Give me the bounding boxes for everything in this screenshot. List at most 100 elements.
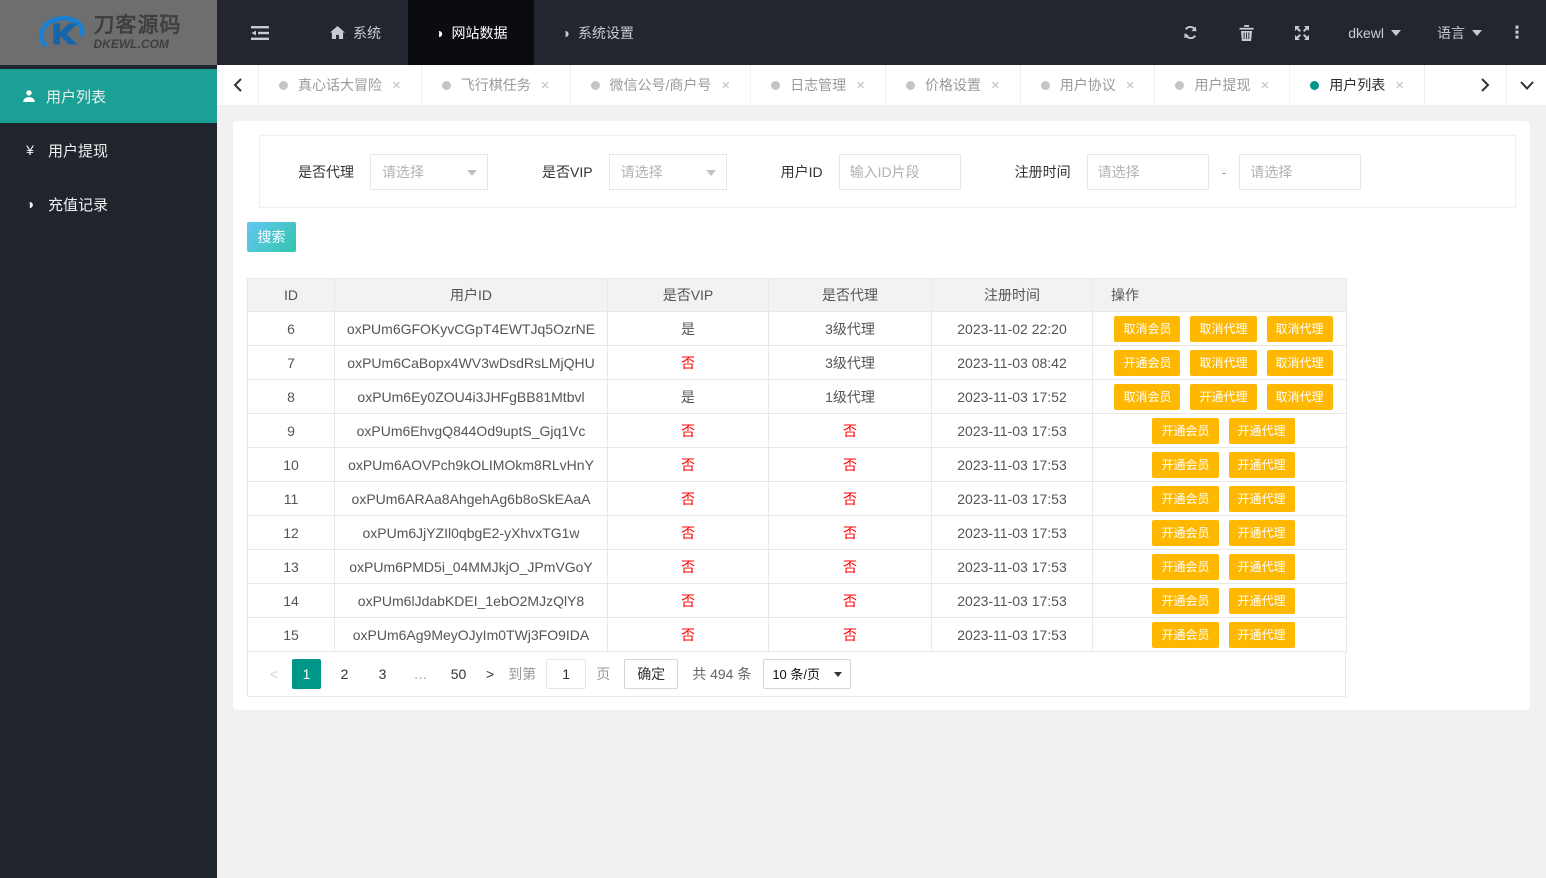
tab-user-list[interactable]: 用户列表 × — [1290, 65, 1426, 105]
more-menu-button[interactable]: ⋮ — [1500, 0, 1534, 65]
column-header: 用户ID — [334, 278, 608, 312]
column-header: 操作 — [1092, 278, 1347, 312]
row-action-button[interactable]: 开通代理 — [1228, 417, 1295, 444]
brand-name: 刀客源码 — [93, 14, 182, 37]
tab-flight-chess-task[interactable]: 飞行棋任务 × — [422, 65, 571, 105]
sidebar-item-label: 用户提现 — [48, 142, 109, 160]
cell-agent: 否 — [768, 549, 932, 584]
row-action-button[interactable]: 取消代理 — [1190, 315, 1257, 342]
cell-agent: 1级代理 — [768, 379, 932, 414]
row-action-button[interactable]: 取消代理 — [1266, 349, 1333, 376]
tab-truth-or-dare[interactable]: 真心话大冒险 × — [259, 65, 422, 105]
vip-filter-label: 是否VIP — [542, 163, 593, 180]
tab-close-icon[interactable]: × — [392, 77, 401, 94]
row-action-button[interactable]: 取消会员 — [1114, 315, 1181, 342]
cell-reg-time: 2023-11-03 17:53 — [931, 583, 1093, 618]
user-id-input[interactable] — [838, 153, 961, 190]
nav-item-site-data[interactable]: ◑ 网站数据 — [408, 0, 535, 65]
tab-close-icon[interactable]: × — [991, 77, 1000, 94]
tab-close-icon[interactable]: × — [721, 77, 730, 94]
page-size-select[interactable]: 10 条/页 — [763, 659, 852, 689]
row-action-button[interactable]: 开通代理 — [1190, 383, 1257, 410]
page-number-button[interactable]: 3 — [368, 659, 397, 689]
nav-item-system-settings[interactable]: ◑ 系统设置 — [534, 0, 660, 65]
cell-id: 11 — [247, 481, 335, 516]
vip-filter-select[interactable]: 请选择 — [608, 153, 727, 190]
goto-page-input[interactable] — [546, 659, 587, 689]
row-action-button[interactable]: 开通会员 — [1152, 553, 1219, 580]
sidebar-toggle-button[interactable] — [217, 0, 303, 65]
tab-price-setting[interactable]: 价格设置 × — [886, 65, 1021, 105]
reg-time-end-input[interactable] — [1239, 153, 1362, 190]
column-header: 是否代理 — [768, 278, 932, 312]
next-page-button[interactable]: > — [486, 666, 494, 682]
row-action-button[interactable]: 开通代理 — [1228, 519, 1295, 546]
row-action-button[interactable]: 开通会员 — [1152, 587, 1219, 614]
half-circle-icon: ◑ — [561, 24, 570, 41]
row-action-button[interactable]: 开通会员 — [1152, 417, 1219, 444]
tab-label: 用户列表 — [1329, 77, 1386, 93]
user-dropdown[interactable]: dkewl — [1330, 0, 1419, 65]
page-number-button[interactable]: 2 — [330, 659, 359, 689]
cell-vip: 否 — [607, 413, 769, 448]
language-dropdown[interactable]: 语言 — [1419, 0, 1500, 65]
tab-close-icon[interactable]: × — [1260, 77, 1269, 94]
tab-close-icon[interactable]: × — [1126, 77, 1135, 94]
fullscreen-button[interactable] — [1274, 0, 1330, 65]
row-action-button[interactable]: 取消代理 — [1266, 315, 1333, 342]
tab-close-icon[interactable]: × — [1395, 77, 1404, 94]
tab-label: 用户提现 — [1194, 77, 1251, 93]
goto-confirm-button[interactable]: 确定 — [624, 659, 679, 689]
row-action-button[interactable]: 开通会员 — [1114, 349, 1181, 376]
tabs-scroll-right-button[interactable] — [1464, 65, 1506, 105]
tab-user-agreement[interactable]: 用户协议 × — [1021, 65, 1156, 105]
chevron-down-icon — [1519, 80, 1534, 90]
column-header: 是否VIP — [607, 278, 769, 312]
chevron-left-icon — [233, 78, 242, 92]
cell-user-id: oxPUm6lJdabKDEI_1ebO2MJzQlY8 — [334, 583, 608, 618]
reg-time-start-input[interactable] — [1086, 153, 1209, 190]
row-action-button[interactable]: 取消会员 — [1114, 383, 1181, 410]
row-action-button[interactable]: 取消代理 — [1190, 349, 1257, 376]
clear-cache-button[interactable] — [1218, 0, 1274, 65]
nav-item-system[interactable]: 系统 — [303, 0, 408, 65]
top-header: 刀客源码 DKEWL.COM 系统 ◑ 网站数据 ◑ 系统设置 dkewl 语言… — [0, 0, 1546, 65]
agent-filter-select[interactable]: 请选择 — [370, 153, 488, 190]
page-number-button[interactable]: 50 — [444, 659, 473, 689]
tabs-menu-button[interactable] — [1506, 65, 1546, 105]
row-action-button[interactable]: 取消代理 — [1266, 383, 1333, 410]
prev-page-button[interactable]: < — [266, 666, 282, 682]
cell-actions: 开通会员 开通代理 — [1092, 617, 1347, 652]
search-button[interactable]: 搜索 — [247, 222, 296, 252]
column-header: 注册时间 — [931, 278, 1093, 312]
row-action-button[interactable]: 开通代理 — [1228, 621, 1295, 648]
tab-wechat-merchant[interactable]: 微信公号/商户号 × — [571, 65, 752, 105]
cell-user-id: oxPUm6GFOKyvCGpT4EWTJq5OzrNE — [334, 311, 608, 346]
cell-user-id: oxPUm6JjYZIl0qbgE2-yXhvxTG1w — [334, 515, 608, 550]
row-action-button[interactable]: 开通会员 — [1152, 621, 1219, 648]
row-action-button[interactable]: 开通会员 — [1152, 519, 1219, 546]
tab-close-icon[interactable]: × — [856, 77, 865, 94]
tab-status-dot-icon — [590, 80, 600, 90]
tab-close-icon[interactable]: × — [541, 77, 550, 94]
row-action-button[interactable]: 开通代理 — [1228, 553, 1295, 580]
sidebar-item-user-list[interactable]: 用户列表 — [0, 69, 217, 123]
cell-reg-time: 2023-11-03 08:42 — [931, 345, 1093, 380]
tab-label: 价格设置 — [924, 77, 981, 93]
cell-agent: 否 — [768, 413, 932, 448]
sidebar-item-recharge-records[interactable]: ◑ 充值记录 — [0, 177, 217, 231]
sidebar-item-user-withdraw[interactable]: ¥ 用户提现 — [0, 123, 217, 177]
row-action-button[interactable]: 开通会员 — [1152, 485, 1219, 512]
refresh-button[interactable] — [1162, 0, 1218, 65]
row-action-button[interactable]: 开通代理 — [1228, 451, 1295, 478]
row-action-button[interactable]: 开通代理 — [1228, 485, 1295, 512]
tab-log-manage[interactable]: 日志管理 × — [751, 65, 886, 105]
cell-vip: 否 — [607, 583, 769, 618]
total-count-label: 共 494 条 — [692, 666, 752, 682]
row-action-button[interactable]: 开通会员 — [1152, 451, 1219, 478]
page-number-button[interactable]: 1 — [292, 659, 321, 689]
brand-logo: 刀客源码 DKEWL.COM — [0, 0, 217, 65]
tabs-scroll-left-button[interactable] — [217, 65, 259, 105]
row-action-button[interactable]: 开通代理 — [1228, 587, 1295, 614]
tab-user-withdraw[interactable]: 用户提现 × — [1155, 65, 1291, 105]
